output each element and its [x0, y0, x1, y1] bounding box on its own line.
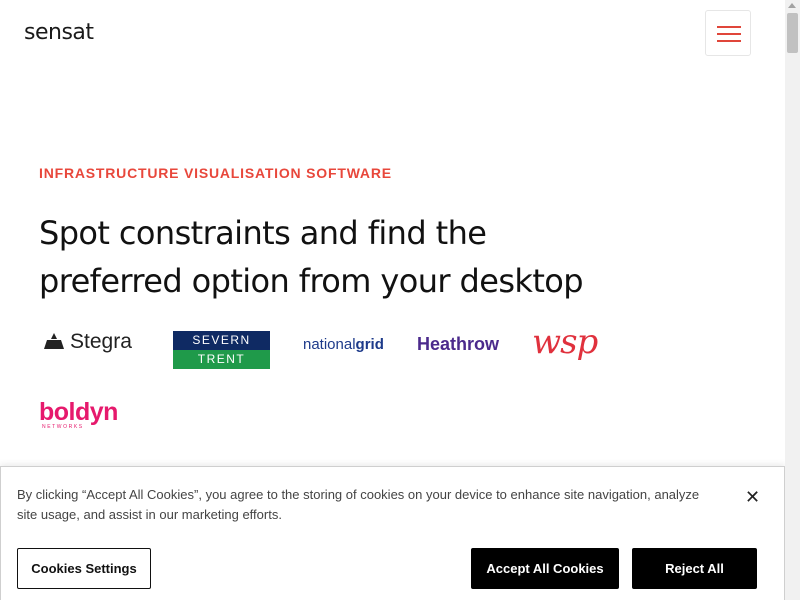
- severn-wordmark: SEVERN: [173, 331, 270, 350]
- sensat-logo[interactable]: sensat: [24, 20, 94, 45]
- scrollbar-thumb[interactable]: [787, 13, 798, 53]
- national-wordmark: national: [303, 336, 356, 353]
- accept-all-cookies-button[interactable]: Accept All Cookies: [471, 548, 619, 589]
- hero-eyebrow: INFRASTRUCTURE VISUALISATION SOFTWARE: [39, 165, 392, 181]
- vertical-scrollbar[interactable]: [785, 0, 800, 600]
- boldyn-logo: boldyn NETWORKS: [39, 398, 118, 431]
- wsp-logo: wsp: [532, 322, 598, 362]
- menu-button[interactable]: [705, 10, 751, 56]
- grid-wordmark: grid: [355, 336, 384, 353]
- trent-wordmark: TRENT: [173, 350, 270, 369]
- stegra-wordmark: Stegra: [70, 330, 132, 353]
- scroll-up-arrow-icon[interactable]: [788, 3, 796, 8]
- site-header: sensat: [0, 0, 785, 68]
- close-icon[interactable]: ✕: [745, 487, 760, 508]
- stegra-mark-icon: [44, 333, 64, 349]
- boldyn-wordmark: boldyn: [39, 398, 118, 426]
- reject-all-button[interactable]: Reject All: [632, 548, 757, 589]
- page: sensat INFRASTRUCTURE VISUALISATION SOFT…: [0, 0, 785, 600]
- heathrow-logo: Heathrow: [417, 334, 500, 354]
- severn-trent-logo: SEVERN TRENT: [173, 331, 270, 369]
- cookie-banner: By clicking “Accept All Cookies”, you ag…: [0, 466, 785, 600]
- cookie-message: By clicking “Accept All Cookies”, you ag…: [17, 487, 700, 522]
- hero-headline: Spot constraints and find the preferred …: [39, 214, 584, 300]
- stegra-logo: Stegra: [44, 330, 132, 354]
- national-grid-logo: nationalgrid: [303, 336, 384, 353]
- cookies-settings-button[interactable]: Cookies Settings: [17, 548, 151, 589]
